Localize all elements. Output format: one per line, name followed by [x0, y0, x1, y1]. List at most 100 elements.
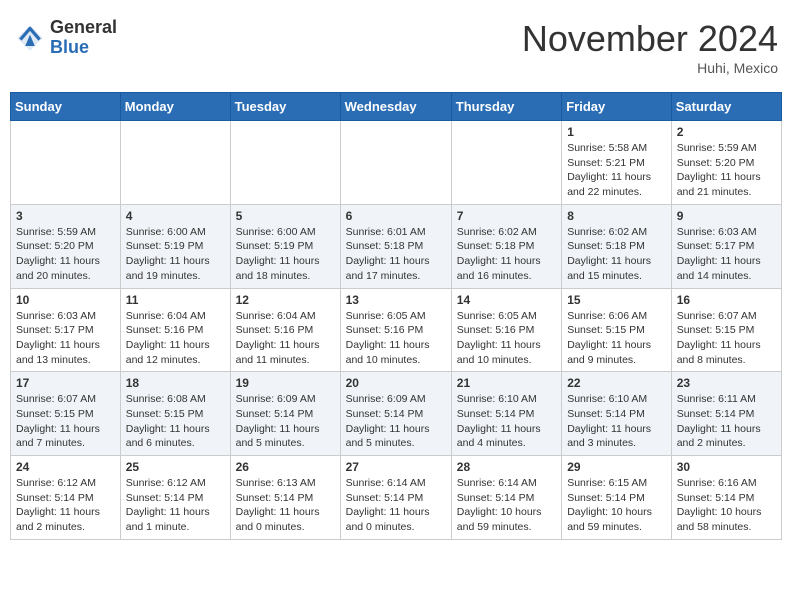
day-cell: 10 Sunrise: 6:03 AM Sunset: 5:17 PM Dayli…: [11, 288, 121, 372]
calendar-table: SundayMondayTuesdayWednesdayThursdayFrid…: [10, 92, 782, 540]
day-cell: [120, 121, 230, 205]
day-cell: 25Sunrise: 6:12 AM Sunset: 5:14 PM Dayli…: [120, 456, 230, 540]
day-number: 19: [236, 376, 335, 390]
day-cell: 6 Sunrise: 6:01 AM Sunset: 5:18 PM Daylig…: [340, 204, 451, 288]
logo-general-text: General: [50, 18, 117, 38]
day-number: 12: [236, 293, 335, 307]
weekday-header-friday: Friday: [562, 93, 672, 121]
day-cell: [340, 121, 451, 205]
week-row-1: 1 Sunrise: 5:58 AM Sunset: 5:21 PM Daylig…: [11, 121, 782, 205]
day-info: Sunrise: 6:03 AM Sunset: 5:17 PM Dayligh…: [16, 309, 115, 368]
day-number: 9: [677, 209, 776, 223]
day-number: 22: [567, 376, 666, 390]
weekday-header-tuesday: Tuesday: [230, 93, 340, 121]
day-cell: 28 Sunrise: 6:14 AM Sunset: 5:14 PM Dayli…: [451, 456, 561, 540]
day-number: 30: [677, 460, 776, 474]
page-header: General Blue November 2024 Huhi, Mexico: [10, 10, 782, 84]
day-number: 28: [457, 460, 556, 474]
day-cell: 29 Sunrise: 6:15 AM Sunset: 5:14 PM Dayli…: [562, 456, 672, 540]
day-cell: 21 Sunrise: 6:10 AM Sunset: 5:14 PM Dayli…: [451, 372, 561, 456]
day-cell: 3Sunrise: 5:59 AM Sunset: 5:20 PM Daylig…: [11, 204, 121, 288]
day-info: Sunrise: 6:00 AM Sunset: 5:19 PM Dayligh…: [126, 225, 225, 284]
day-info: Sunrise: 6:05 AM Sunset: 5:16 PM Dayligh…: [457, 309, 556, 368]
day-info: Sunrise: 6:06 AM Sunset: 5:15 PM Dayligh…: [567, 309, 666, 368]
day-cell: 26 Sunrise: 6:13 AM Sunset: 5:14 PM Dayli…: [230, 456, 340, 540]
week-row-4: 17 Sunrise: 6:07 AM Sunset: 5:15 PM Dayli…: [11, 372, 782, 456]
day-cell: 23Sunrise: 6:11 AM Sunset: 5:14 PM Dayli…: [671, 372, 781, 456]
day-number: 7: [457, 209, 556, 223]
day-info: Sunrise: 6:04 AM Sunset: 5:16 PM Dayligh…: [236, 309, 335, 368]
day-number: 16: [677, 293, 776, 307]
day-info: Sunrise: 6:16 AM Sunset: 5:14 PM Dayligh…: [677, 476, 776, 535]
day-cell: 19 Sunrise: 6:09 AM Sunset: 5:14 PM Dayli…: [230, 372, 340, 456]
day-cell: 18Sunrise: 6:08 AM Sunset: 5:15 PM Dayli…: [120, 372, 230, 456]
week-row-2: 3Sunrise: 5:59 AM Sunset: 5:20 PM Daylig…: [11, 204, 782, 288]
day-info: Sunrise: 6:00 AM Sunset: 5:19 PM Dayligh…: [236, 225, 335, 284]
day-cell: [11, 121, 121, 205]
day-cell: 27Sunrise: 6:14 AM Sunset: 5:14 PM Dayli…: [340, 456, 451, 540]
title-section: November 2024 Huhi, Mexico: [522, 18, 778, 76]
location-text: Huhi, Mexico: [522, 60, 778, 76]
day-number: 1: [567, 125, 666, 139]
day-cell: 24Sunrise: 6:12 AM Sunset: 5:14 PM Dayli…: [11, 456, 121, 540]
day-number: 8: [567, 209, 666, 223]
day-cell: 20Sunrise: 6:09 AM Sunset: 5:14 PM Dayli…: [340, 372, 451, 456]
day-number: 17: [16, 376, 115, 390]
day-cell: 14Sunrise: 6:05 AM Sunset: 5:16 PM Dayli…: [451, 288, 561, 372]
weekday-header-thursday: Thursday: [451, 93, 561, 121]
day-number: 26: [236, 460, 335, 474]
day-number: 24: [16, 460, 115, 474]
day-cell: 4 Sunrise: 6:00 AM Sunset: 5:19 PM Daylig…: [120, 204, 230, 288]
day-number: 4: [126, 209, 225, 223]
day-cell: 8 Sunrise: 6:02 AM Sunset: 5:18 PM Daylig…: [562, 204, 672, 288]
day-number: 15: [567, 293, 666, 307]
day-number: 21: [457, 376, 556, 390]
day-cell: 11 Sunrise: 6:04 AM Sunset: 5:16 PM Dayli…: [120, 288, 230, 372]
day-cell: 2 Sunrise: 5:59 AM Sunset: 5:20 PM Daylig…: [671, 121, 781, 205]
day-cell: 17 Sunrise: 6:07 AM Sunset: 5:15 PM Dayli…: [11, 372, 121, 456]
weekday-header-saturday: Saturday: [671, 93, 781, 121]
day-info: Sunrise: 5:58 AM Sunset: 5:21 PM Dayligh…: [567, 141, 666, 200]
logo-text: General Blue: [50, 18, 117, 58]
day-info: Sunrise: 6:13 AM Sunset: 5:14 PM Dayligh…: [236, 476, 335, 535]
day-number: 13: [346, 293, 446, 307]
day-cell: 13Sunrise: 6:05 AM Sunset: 5:16 PM Dayli…: [340, 288, 451, 372]
day-cell: 12 Sunrise: 6:04 AM Sunset: 5:16 PM Dayli…: [230, 288, 340, 372]
day-number: 11: [126, 293, 225, 307]
day-info: Sunrise: 6:12 AM Sunset: 5:14 PM Dayligh…: [126, 476, 225, 535]
day-info: Sunrise: 6:07 AM Sunset: 5:15 PM Dayligh…: [16, 392, 115, 451]
day-number: 6: [346, 209, 446, 223]
month-title: November 2024: [522, 18, 778, 60]
day-number: 29: [567, 460, 666, 474]
day-info: Sunrise: 6:10 AM Sunset: 5:14 PM Dayligh…: [457, 392, 556, 451]
day-cell: 1 Sunrise: 5:58 AM Sunset: 5:21 PM Daylig…: [562, 121, 672, 205]
day-cell: [451, 121, 561, 205]
day-info: Sunrise: 6:03 AM Sunset: 5:17 PM Dayligh…: [677, 225, 776, 284]
day-info: Sunrise: 6:08 AM Sunset: 5:15 PM Dayligh…: [126, 392, 225, 451]
day-info: Sunrise: 6:15 AM Sunset: 5:14 PM Dayligh…: [567, 476, 666, 535]
day-info: Sunrise: 5:59 AM Sunset: 5:20 PM Dayligh…: [16, 225, 115, 284]
weekday-header-row: SundayMondayTuesdayWednesdayThursdayFrid…: [11, 93, 782, 121]
week-row-5: 24 Sunrise: 6:12 AM Sunset: 5:14 PM Dayli…: [11, 456, 782, 540]
day-number: 27: [346, 460, 446, 474]
day-info: Sunrise: 6:01 AM Sunset: 5:18 PM Dayligh…: [346, 225, 446, 284]
day-info: Sunrise: 6:14 AM Sunset: 5:14 PM Dayligh…: [457, 476, 556, 535]
day-cell: 22Sunrise: 6:10 AM Sunset: 5:14 PM Dayli…: [562, 372, 672, 456]
day-info: Sunrise: 6:09 AM Sunset: 5:14 PM Dayligh…: [236, 392, 335, 451]
day-info: Sunrise: 6:04 AM Sunset: 5:16 PM Dayligh…: [126, 309, 225, 368]
day-number: 5: [236, 209, 335, 223]
weekday-header-wednesday: Wednesday: [340, 93, 451, 121]
day-info: Sunrise: 6:02 AM Sunset: 5:18 PM Dayligh…: [457, 225, 556, 284]
day-info: Sunrise: 6:02 AM Sunset: 5:18 PM Dayligh…: [567, 225, 666, 284]
weekday-header-monday: Monday: [120, 93, 230, 121]
day-cell: 9 Sunrise: 6:03 AM Sunset: 5:17 PM Daylig…: [671, 204, 781, 288]
logo: General Blue: [14, 18, 117, 58]
day-cell: 16 Sunrise: 6:07 AM Sunset: 5:15 PM Dayli…: [671, 288, 781, 372]
logo-icon: [14, 22, 46, 54]
day-number: 2: [677, 125, 776, 139]
weekday-header-sunday: Sunday: [11, 93, 121, 121]
day-info: Sunrise: 5:59 AM Sunset: 5:20 PM Dayligh…: [677, 141, 776, 200]
day-number: 10: [16, 293, 115, 307]
day-info: Sunrise: 6:07 AM Sunset: 5:15 PM Dayligh…: [677, 309, 776, 368]
week-row-3: 10 Sunrise: 6:03 AM Sunset: 5:17 PM Dayli…: [11, 288, 782, 372]
